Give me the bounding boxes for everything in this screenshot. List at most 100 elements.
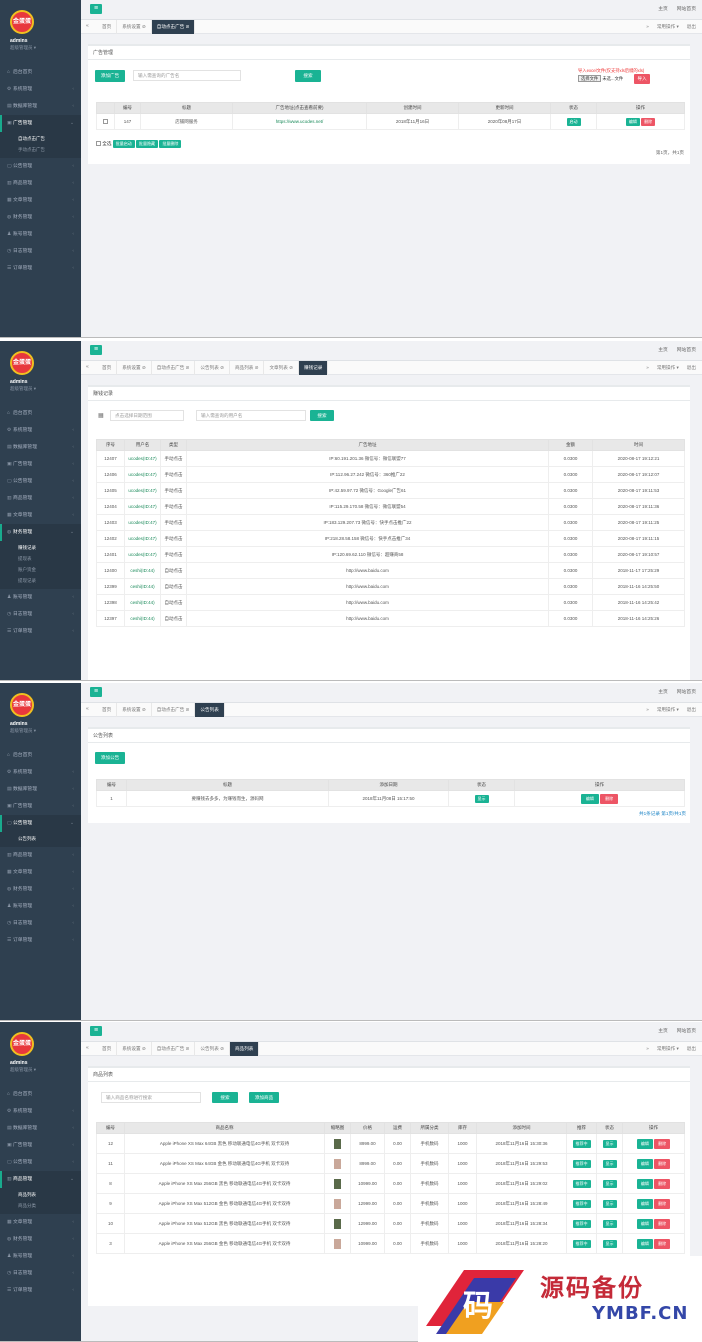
edit-button[interactable]: 编辑 [636,1238,653,1249]
menu-item[interactable]: ◍ 财务管理 ‹ [0,1231,81,1248]
tab-prev-icon[interactable]: « [86,23,89,29]
menu-item[interactable]: ⌂ 后台首页 [0,1086,81,1103]
exit-button[interactable]: 退出 [687,24,696,29]
tab[interactable]: 首页 [97,1042,118,1056]
tab[interactable]: 公告列表 ⊘ [195,361,230,375]
menu-item[interactable]: ♟ 账号管理 ‹ [0,898,81,915]
tab[interactable]: 文章列表 ⊘ [264,361,299,375]
tab[interactable]: 首页 [97,703,118,717]
tab[interactable]: 系统设置 ⊘ [117,361,152,375]
recommend-badge[interactable]: 推荐中 [572,1199,591,1208]
tab[interactable]: 系统设置 ⊘ [117,1042,152,1056]
delete-button[interactable]: 删除 [654,1198,671,1209]
tab-prev-icon[interactable]: « [86,706,89,712]
menu-item[interactable]: ▤数据库管理 ‹ [0,439,81,456]
menu-item[interactable]: ▣广告管理 ‹ [0,798,81,815]
edit-button[interactable]: 编辑 [636,1218,653,1229]
status-badge[interactable]: 启动 [566,117,581,126]
file-chooser[interactable]: 选择文件 未选...文件 [578,75,623,82]
site-home-link[interactable]: 网站首页 [677,348,696,353]
menu-item[interactable]: ▢公告管理 ‹ [0,473,81,490]
exit-button[interactable]: 退出 [687,707,696,712]
status-badge[interactable]: 显示 [602,1179,617,1188]
user-role-dropdown[interactable]: 超级管理员 ▾ [10,1067,36,1073]
menu-item[interactable]: ⌂ 后台首页 [0,747,81,764]
menu-toggle-icon[interactable]: ≡ [90,1026,102,1036]
tab[interactable]: 商品列表 ⊘ [230,361,265,375]
status-badge[interactable]: 显示 [602,1239,617,1248]
bulk-hide-button[interactable]: 批量隐藏 [136,140,159,148]
exit-button[interactable]: 退出 [687,365,696,370]
submenu-item[interactable]: 提现表 [0,553,81,564]
menu-item[interactable]: ☰ 订单管理 ‹ [0,1282,81,1299]
status-badge[interactable]: 显示 [602,1199,617,1208]
tab-active[interactable]: 自动点击广告 ⊘ [151,20,196,34]
tab[interactable]: 系统设置 ⊘ [117,703,152,717]
edit-button[interactable]: 编辑 [636,1158,653,1169]
menu-item[interactable]: ▤数据库管理 ‹ [0,1120,81,1137]
search-button[interactable]: 搜索 [295,70,321,82]
edit-button[interactable]: 编辑 [636,1138,653,1149]
search-button[interactable]: 搜索 [310,410,334,421]
tab[interactable]: 系统设置 ⊘ [117,20,152,34]
exit-button[interactable]: 退出 [687,1046,696,1051]
menu-item-active[interactable]: ▣广告管理 ⌄ [0,115,81,132]
add-notice-button[interactable]: 添加公告 [95,752,125,764]
submenu-item[interactable]: 公告列表 [0,833,81,844]
tab-next-icon[interactable]: » [646,365,649,370]
date-range-input[interactable]: 点击选择日期范围 [110,410,184,421]
status-badge[interactable]: 显示 [474,794,489,803]
import-button[interactable]: 导入 [634,74,650,84]
status-badge[interactable]: 显示 [602,1219,617,1228]
tab[interactable]: 首页 [97,20,118,34]
submenu-item[interactable]: 商品分类 [0,1200,81,1211]
tab-ops-menu[interactable]: 常用操作 ▾ [657,1046,679,1051]
submenu-item[interactable]: 提现记录 [0,575,81,586]
tab-ops-menu[interactable]: 常用操作 ▾ [657,365,679,370]
menu-item[interactable]: ▥商品管理 ‹ [0,847,81,864]
menu-item[interactable]: ◍ 财务管理 ‹ [0,209,81,226]
site-home-link[interactable]: 网站首页 [677,7,696,12]
submenu-item[interactable]: 手动点击广告 [0,144,81,155]
menu-toggle-icon[interactable]: ≡ [90,4,102,14]
goods-search-input[interactable]: 输入商品名称进行搜索 [101,1092,201,1103]
recommend-badge[interactable]: 推荐中 [572,1239,591,1248]
submenu-item[interactable]: 赚钱记录 [0,542,81,553]
home-link[interactable]: 主页 [658,348,668,353]
recommend-badge[interactable]: 推荐中 [572,1139,591,1148]
menu-item[interactable]: ▢公告管理 ‹ [0,1154,81,1171]
user-role-dropdown[interactable]: 超级管理员 ▾ [10,728,36,734]
edit-button[interactable]: 编辑 [625,117,640,126]
menu-item-active[interactable]: ▥商品管理 ⌄ [0,1171,81,1188]
menu-item[interactable]: ☰ 订单管理 ‹ [0,932,81,949]
status-badge[interactable]: 显示 [602,1139,617,1148]
menu-item-active[interactable]: ▢公告管理 ⌄ [0,815,81,832]
menu-item[interactable]: ▢公告管理 ‹ [0,158,81,175]
row-checkbox[interactable] [103,119,108,125]
submenu-item[interactable]: 自动点击广告 [0,133,81,144]
menu-item[interactable]: ♟ 账号管理 ‹ [0,1248,81,1265]
delete-button[interactable]: 删除 [600,793,619,804]
tab[interactable]: 公告列表 ⊘ [195,1042,230,1056]
menu-item[interactable]: ◍ 财务管理 ‹ [0,881,81,898]
site-home-link[interactable]: 网站首页 [677,690,696,695]
menu-item[interactable]: ▤数据库管理 ‹ [0,781,81,798]
edit-button[interactable]: 编辑 [636,1178,653,1189]
ad-url-link[interactable]: https://www.ucodes.net/ [232,113,367,130]
delete-button[interactable]: 删除 [654,1178,671,1189]
bulk-enable-button[interactable]: 批量启动 [112,140,135,148]
user-role-dropdown[interactable]: 超级管理员 ▾ [10,45,36,51]
select-all-checkbox[interactable] [96,141,101,147]
home-link[interactable]: 主页 [658,690,668,695]
delete-button[interactable]: 删除 [654,1138,671,1149]
add-goods-button[interactable]: 添加商品 [249,1092,279,1103]
add-ad-button[interactable]: 添加广告 [95,70,125,82]
tab[interactable]: 自动点击广告 ⊘ [152,1042,196,1056]
tab[interactable]: 自动点击广告 ⊘ [152,361,196,375]
submenu-item[interactable]: 账户资金 [0,564,81,575]
menu-item[interactable]: ⌂ 后台首页 [0,64,81,81]
edit-button[interactable]: 编辑 [636,1198,653,1209]
menu-toggle-icon[interactable]: ≡ [90,345,102,355]
menu-item[interactable]: ◷ 日志管理 ‹ [0,606,81,623]
menu-item[interactable]: ▦文章管理 ‹ [0,507,81,524]
